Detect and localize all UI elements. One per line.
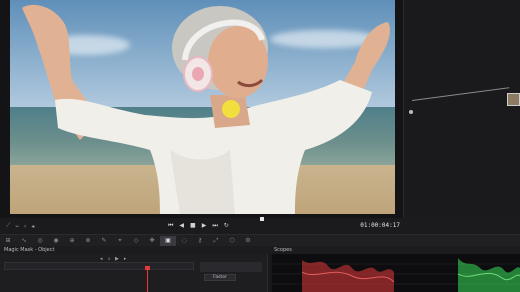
curves-icon[interactable]: ∿ (16, 236, 32, 246)
waveform-scope (272, 258, 520, 292)
green-waveform (458, 258, 520, 292)
skip-start-icon[interactable]: ⏮ (168, 222, 173, 230)
scopes-title: Scopes (274, 247, 292, 253)
faster-mode-dropdown[interactable]: Faster (204, 274, 236, 281)
eyedropper-icon[interactable]: ✎ (96, 236, 112, 246)
window-icon[interactable]: ◇ (128, 236, 144, 246)
sizing-icon[interactable]: ⤢ (208, 236, 224, 246)
magic-mask-header: Magic Mask - Object (4, 246, 268, 254)
scrub-marker[interactable] (260, 217, 264, 221)
3d-icon[interactable]: ⬡ (224, 236, 240, 246)
play-icon[interactable]: ▶ (202, 222, 207, 230)
magic-mask-title: Magic Mask - Object (4, 247, 55, 253)
faster-mode-label: Faster (213, 275, 227, 280)
mask-track-controls: ◂ ◃ ▶ ▸ (100, 256, 126, 262)
hdr-icon[interactable]: ◉ (48, 236, 64, 246)
link-icon[interactable]: ⌁ (15, 223, 19, 230)
track-step-back-icon[interactable]: ◃ (108, 256, 111, 262)
track-forward-icon[interactable]: ▸ (124, 256, 127, 262)
video-frame[interactable] (10, 0, 395, 214)
gallery-icon[interactable]: ⚙ (240, 236, 256, 246)
magic-mask-icon[interactable]: ▣ (160, 235, 176, 246)
track-play-icon[interactable]: ▶ (115, 256, 119, 262)
loop-icon[interactable]: ↻ (224, 222, 229, 230)
viewer-panel (0, 0, 403, 218)
step-back-icon[interactable]: ◀ (179, 222, 184, 230)
wheel-icon[interactable]: ◎ (32, 236, 48, 246)
chevron-icon[interactable]: ‹ (24, 223, 26, 230)
speaker-icon[interactable]: ◂ (31, 223, 34, 230)
mask-timeline-ruler[interactable] (4, 262, 194, 270)
red-waveform (302, 260, 394, 292)
grid-icon[interactable]: ⊞ (0, 236, 16, 246)
woman-figure (22, 4, 390, 214)
stop-icon[interactable]: ■ (190, 222, 196, 230)
rgb-icon[interactable]: ⊕ (64, 236, 80, 246)
tracker-icon[interactable]: ✥ (144, 236, 160, 246)
node-input-dot[interactable] (409, 110, 413, 114)
track-back-icon[interactable]: ◂ (100, 256, 103, 262)
motion-icon[interactable]: ⊗ (80, 236, 96, 246)
wand-icon[interactable]: ⟋ (6, 222, 10, 230)
mask-options-area (200, 262, 262, 272)
qualifier-icon[interactable]: ⌖ (112, 236, 128, 246)
timecode-display: 01:00:04:17 (360, 222, 400, 229)
color-tools-toolbar: ⊞ ∿ ◎ ◉ ⊕ ⊗ ✎ ⌖ ◇ ✥ ▣ ◌ ⚷ ⤢ ⬡ ⚙ (0, 234, 520, 246)
mask-playhead-handle[interactable] (145, 266, 150, 270)
node-01[interactable] (507, 93, 520, 106)
node-editor[interactable] (403, 0, 520, 218)
scopes-panel (272, 254, 520, 292)
magic-mask-panel: ◂ ◃ ▶ ▸ (0, 254, 268, 292)
key-icon[interactable]: ⚷ (192, 236, 208, 246)
transport-controls: ⏮ ◀ ■ ▶ ⏭ ↻ (168, 222, 229, 230)
step-forward-icon[interactable]: ⏭ (212, 222, 217, 230)
scopes-header: Scopes (274, 246, 520, 254)
blur-icon[interactable]: ◌ (176, 236, 192, 246)
